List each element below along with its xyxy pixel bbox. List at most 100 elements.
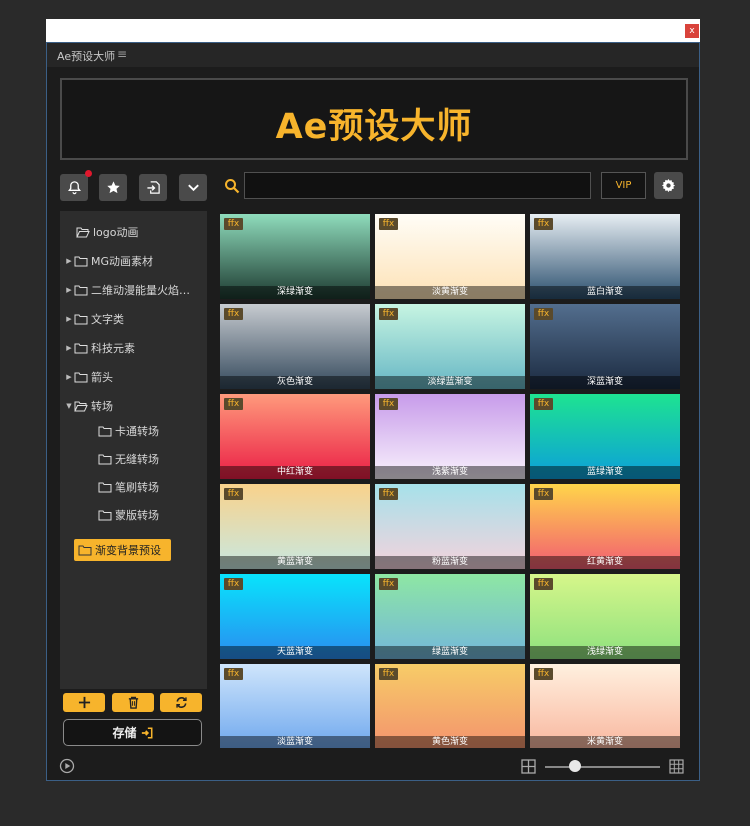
- preset-label: 黄色渐变: [375, 736, 525, 748]
- import-button[interactable]: [139, 174, 167, 201]
- folder-icon: [74, 372, 88, 382]
- preset-card[interactable]: ffx 淡黄渐变: [375, 214, 525, 299]
- caret-right-icon[interactable]: ▶: [64, 315, 74, 323]
- folder-open-icon: [76, 227, 90, 237]
- ffx-badge: ffx: [534, 578, 553, 590]
- search-input[interactable]: [244, 172, 591, 199]
- preset-card[interactable]: ffx 淡绿蓝渐变: [375, 304, 525, 389]
- bell-icon: [67, 181, 81, 195]
- caret-right-icon[interactable]: ▶: [64, 373, 74, 381]
- preset-card[interactable]: ffx 黄色渐变: [375, 664, 525, 748]
- preset-card[interactable]: ffx 米黄渐变: [530, 664, 680, 748]
- chevron-down-icon: [187, 184, 199, 192]
- preset-card[interactable]: ffx 蓝绿渐变: [530, 394, 680, 479]
- sidebar-item-text[interactable]: ▶ 文字类: [64, 308, 124, 330]
- more-dropdown-button[interactable]: [179, 174, 207, 201]
- trash-icon: [128, 696, 138, 709]
- sidebar-item-logo[interactable]: logo动画: [66, 221, 139, 243]
- preset-card[interactable]: ffx 深蓝渐变: [530, 304, 680, 389]
- sidebar-item-anime-fire[interactable]: ▶ 二维动漫能量火焰…: [64, 279, 190, 301]
- preset-card[interactable]: ffx 天蓝渐变: [220, 574, 370, 659]
- panel-tab-bar: Ae预设大师 ≡: [47, 43, 699, 67]
- caret-right-icon[interactable]: ▶: [64, 257, 74, 265]
- preset-label: 蓝白渐变: [530, 286, 680, 299]
- save-button[interactable]: 存储: [63, 719, 202, 746]
- ffx-badge: ffx: [534, 398, 553, 410]
- ffx-badge: ffx: [534, 308, 553, 320]
- preset-label: 浅紫渐变: [375, 466, 525, 479]
- notifications-button[interactable]: [60, 170, 92, 201]
- preset-card[interactable]: ffx 淡蓝渐变: [220, 664, 370, 748]
- ffx-badge: ffx: [379, 578, 398, 590]
- preset-card[interactable]: ffx 中红渐变: [220, 394, 370, 479]
- brand-banner: Ae预设大师: [60, 78, 688, 160]
- preset-label: 绿蓝渐变: [375, 646, 525, 659]
- preset-label: 红黄渐变: [530, 556, 680, 569]
- preset-label: 灰色渐变: [220, 376, 370, 389]
- sidebar-item-mask-transitions[interactable]: 蒙版转场: [98, 504, 159, 526]
- caret-down-icon[interactable]: ▼: [64, 402, 74, 410]
- sign-in-icon: [141, 727, 152, 738]
- preset-card[interactable]: ffx 黄蓝渐变: [220, 484, 370, 569]
- favorites-button[interactable]: [99, 174, 127, 201]
- sidebar-item-cartoon-transitions[interactable]: 卡通转场: [98, 420, 159, 442]
- sidebar-item-tech[interactable]: ▶ 科技元素: [64, 337, 135, 359]
- preset-label: 淡绿蓝渐变: [375, 376, 525, 389]
- refresh-icon: [175, 697, 187, 708]
- vip-button[interactable]: VIP: [601, 172, 646, 199]
- sidebar-item-arrows[interactable]: ▶ 箭头: [64, 366, 113, 388]
- sidebar-item-gradient-presets[interactable]: 渐变背景预设: [74, 539, 171, 561]
- refresh-button[interactable]: [160, 693, 202, 712]
- add-button[interactable]: [63, 693, 105, 712]
- ffx-badge: ffx: [224, 488, 243, 500]
- close-button[interactable]: x: [685, 24, 699, 38]
- panel-title: Ae预设大师: [57, 50, 116, 63]
- preset-card[interactable]: ffx 浅紫渐变: [375, 394, 525, 479]
- sidebar-item-mg[interactable]: ▶ MG动画素材: [64, 250, 153, 272]
- status-bar: [47, 755, 699, 780]
- app-window: Ae预设大师 ≡ Ae预设大师 VIP logo动画 ▶ MG动画素材 ▶ 二维…: [46, 42, 700, 781]
- folder-icon: [74, 314, 88, 324]
- delete-button[interactable]: [112, 693, 154, 712]
- ffx-badge: ffx: [379, 398, 398, 410]
- category-sidebar: logo动画 ▶ MG动画素材 ▶ 二维动漫能量火焰… ▶ 文字类 ▶ 科技元素…: [60, 211, 207, 689]
- grid-large-icon[interactable]: [669, 759, 684, 774]
- sidebar-item-transitions[interactable]: ▼ 转场: [64, 395, 113, 417]
- thumbnail-size-slider-track[interactable]: [545, 766, 660, 768]
- preset-label: 天蓝渐变: [220, 646, 370, 659]
- preset-card[interactable]: ffx 绿蓝渐变: [375, 574, 525, 659]
- thumbnail-size-slider-thumb[interactable]: [569, 760, 581, 772]
- caret-right-icon[interactable]: ▶: [64, 344, 74, 352]
- ffx-badge: ffx: [379, 488, 398, 500]
- preset-label: 黄蓝渐变: [220, 556, 370, 569]
- preset-label: 淡蓝渐变: [220, 736, 370, 748]
- preset-card[interactable]: ffx 红黄渐变: [530, 484, 680, 569]
- settings-button[interactable]: [654, 172, 683, 199]
- caret-right-icon[interactable]: ▶: [64, 286, 74, 294]
- preset-card[interactable]: ffx 灰色渐变: [220, 304, 370, 389]
- preset-card[interactable]: ffx 蓝白渐变: [530, 214, 680, 299]
- hamburger-menu-icon[interactable]: ≡: [117, 47, 127, 61]
- import-file-icon: [146, 181, 160, 194]
- ffx-badge: ffx: [534, 488, 553, 500]
- ffx-badge: ffx: [379, 308, 398, 320]
- preset-label: 粉蓝渐变: [375, 556, 525, 569]
- ffx-badge: ffx: [224, 308, 243, 320]
- save-label: 存储: [112, 726, 137, 740]
- sidebar-item-brush-transitions[interactable]: 笔刷转场: [98, 476, 159, 498]
- gear-icon: [661, 178, 676, 193]
- preset-card[interactable]: ffx 浅绿渐变: [530, 574, 680, 659]
- preset-card[interactable]: ffx 粉蓝渐变: [375, 484, 525, 569]
- notification-badge: [85, 170, 92, 177]
- banner-title: Ae预设大师: [275, 107, 473, 147]
- folder-icon: [98, 482, 112, 492]
- grid-small-icon[interactable]: [521, 759, 536, 774]
- preset-card[interactable]: ffx 深绿渐变: [220, 214, 370, 299]
- folder-icon: [98, 426, 112, 436]
- ffx-badge: ffx: [224, 578, 243, 590]
- star-icon: [106, 181, 120, 194]
- sidebar-item-seamless-transitions[interactable]: 无缝转场: [98, 448, 159, 470]
- play-icon[interactable]: [59, 758, 75, 774]
- ffx-badge: ffx: [224, 668, 243, 680]
- ffx-badge: ffx: [379, 668, 398, 680]
